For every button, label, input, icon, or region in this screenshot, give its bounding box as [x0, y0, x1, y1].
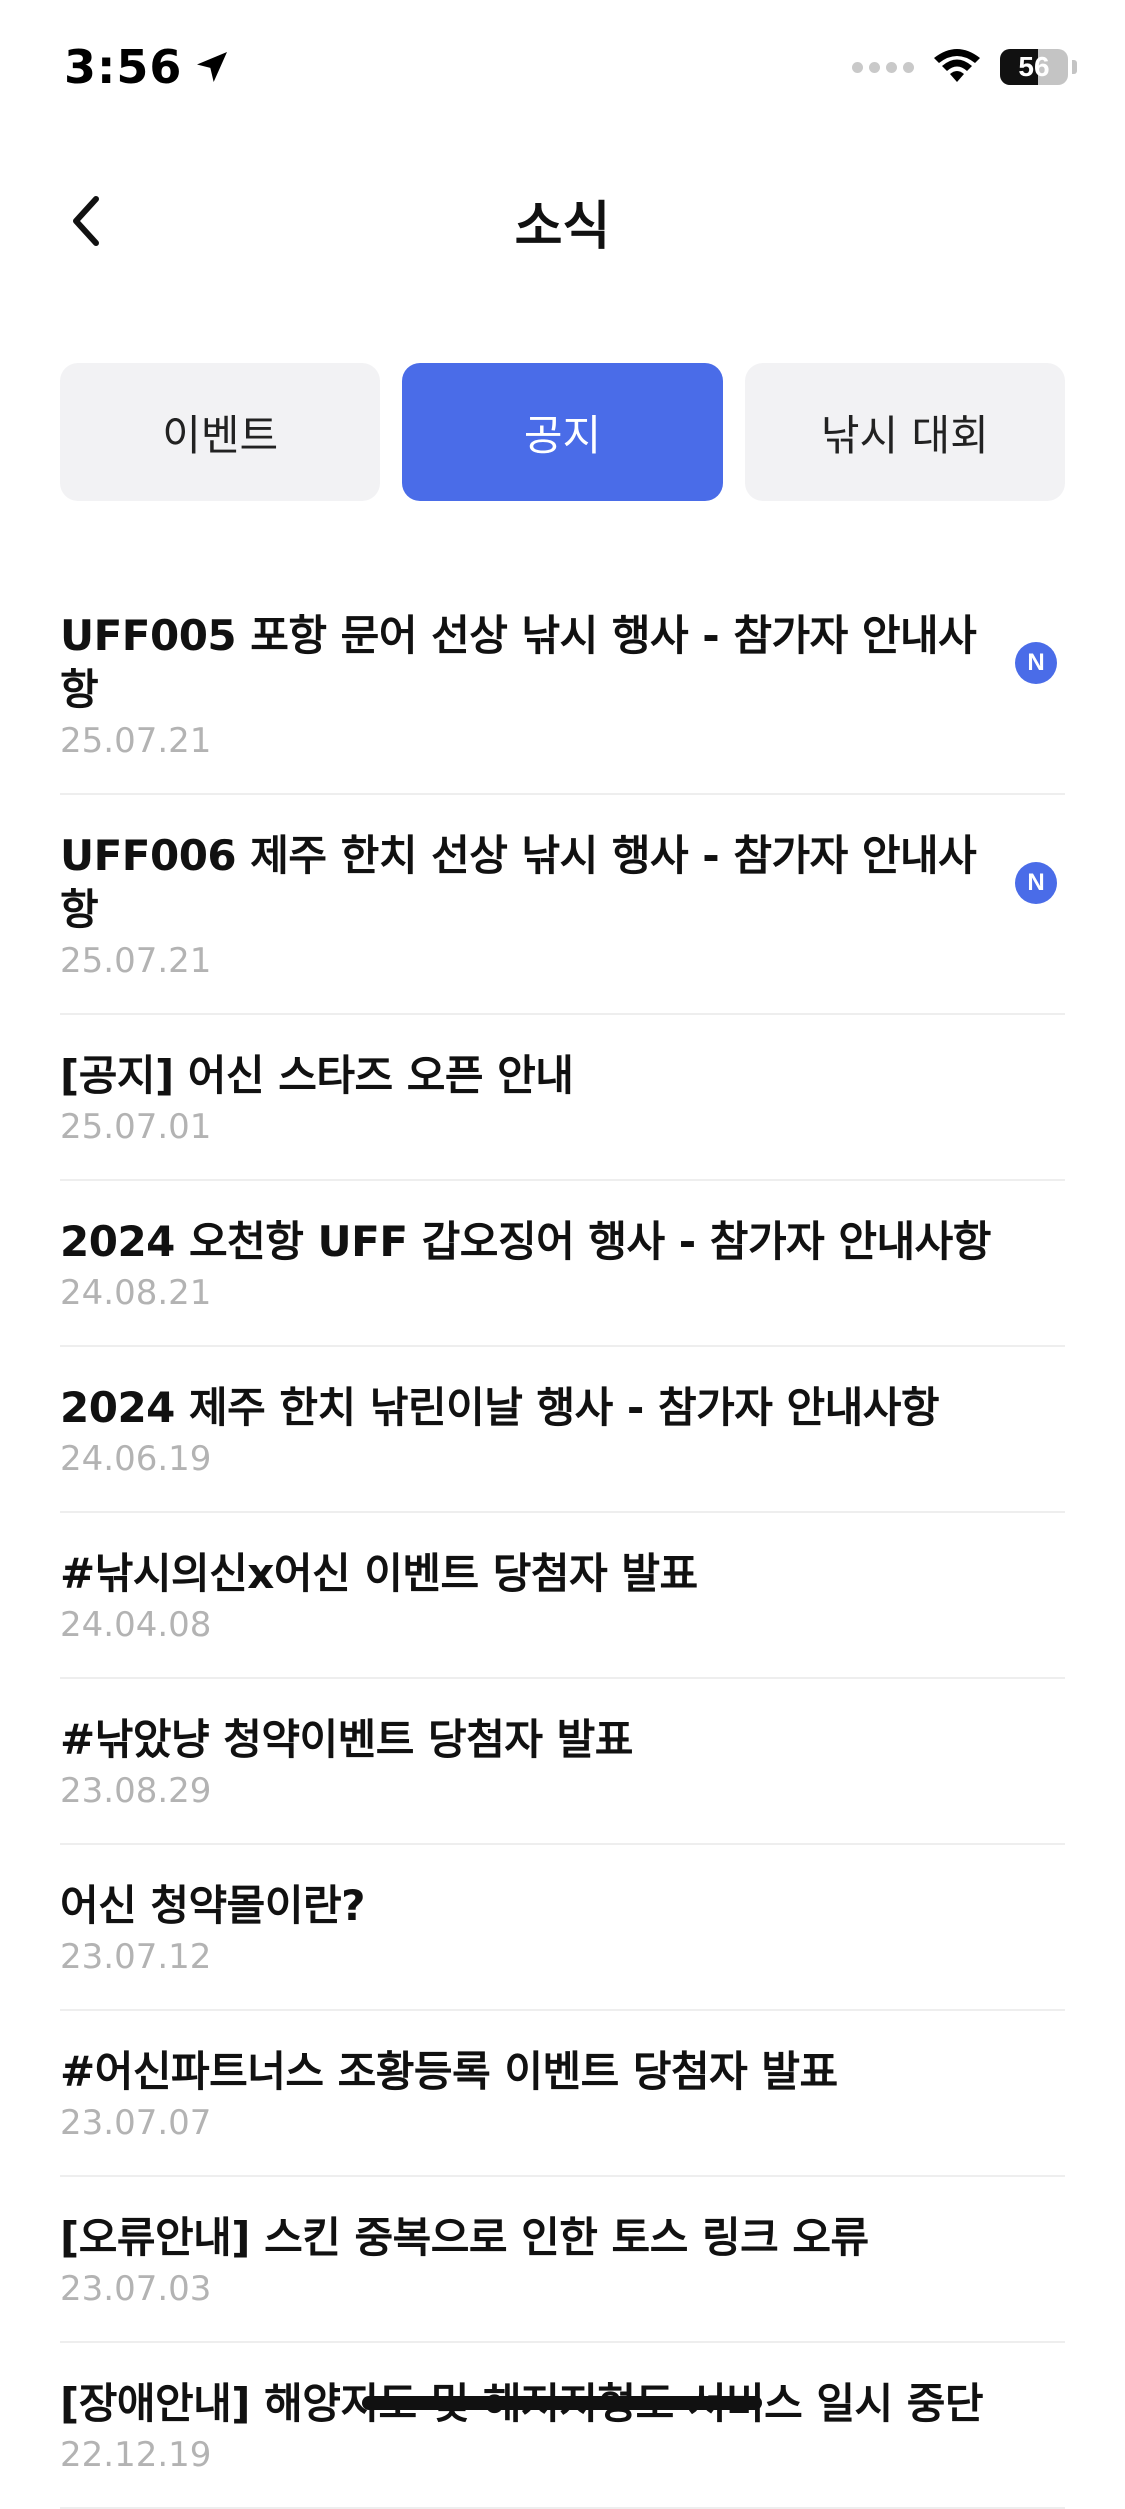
notice-title: 2024 오천항 UFF 갑오징어 행사 - 참가자 안내사항: [60, 1217, 991, 1266]
notice-date: 25.07.01: [60, 1107, 212, 1147]
notice-list-item[interactable]: [장애안내] 해양지도 및 해저지형도 서비스 일시 중단22.12.19: [60, 2343, 1065, 2509]
new-badge: N: [1015, 862, 1057, 904]
notice-list-item[interactable]: [오류안내] 스킨 중복으로 인한 토스 링크 오류 23.07.03: [60, 2177, 1065, 2343]
notice-title: 어신 청약몰이란?: [60, 1881, 365, 1930]
location-arrow-icon: [197, 52, 228, 82]
notice-title: [공지] 어신 스타즈 오픈 안내: [60, 1051, 574, 1100]
notice-title: UFF006 제주 한치 선상 낚시 행사 - 참가자 안내사항: [60, 831, 977, 934]
notice-title: [오류안내] 스킨 중복으로 인한 토스 링크 오류: [60, 2213, 869, 2262]
notice-date: 25.07.21: [60, 941, 212, 981]
notice-title: UFF005 포항 문어 선상 낚시 행사 - 참가자 안내사항: [60, 611, 977, 714]
notice-date: 24.06.19: [60, 1439, 212, 1479]
tab-label: 이벤트: [162, 410, 279, 460]
wifi-icon: [934, 49, 980, 82]
status-bar: 3:56 56: [0, 0, 1125, 140]
battery-icon: 56: [1000, 49, 1068, 85]
notice-date: 24.04.08: [60, 1605, 212, 1645]
notice-list: UFF005 포항 문어 선상 낚시 행사 - 참가자 안내사항 25.07.21…: [60, 575, 1065, 2509]
notice-list-item[interactable]: #어신파트너스 조황등록 이벤트 당첨자 발표 23.07.07: [60, 2011, 1065, 2177]
notice-date: 23.07.03: [60, 2269, 212, 2309]
notice-title: 2024 제주 한치 낚린이날 행사 - 참가자 안내사항: [60, 1383, 940, 1432]
home-indicator[interactable]: [362, 2396, 762, 2410]
new-badge: N: [1015, 642, 1057, 684]
notice-list-item[interactable]: [공지] 어신 스타즈 오픈 안내 25.07.01: [60, 1015, 1065, 1181]
notice-date: 23.08.29: [60, 1771, 212, 1811]
tab-label: 공지: [523, 410, 602, 460]
tab-fishing-contest[interactable]: 낚시 대회: [744, 363, 1065, 501]
notice-list-item[interactable]: UFF005 포항 문어 선상 낚시 행사 - 참가자 안내사항 25.07.21…: [60, 575, 1065, 795]
notice-list-item[interactable]: 어신 청약몰이란? 23.07.12: [60, 1845, 1065, 2011]
category-tabs: 이벤트 공지 낚시 대회: [60, 363, 1065, 501]
notice-list-item[interactable]: #낚시의신x어신 이벤트 당첨자 발표 24.04.08: [60, 1513, 1065, 1679]
page-title: 소식: [514, 197, 611, 257]
notice-date: 24.08.21: [60, 1273, 212, 1313]
tab-events[interactable]: 이벤트: [60, 363, 381, 501]
tab-notices[interactable]: 공지: [402, 363, 723, 501]
notice-title: #낚시의신x어신 이벤트 당첨자 발표: [60, 1549, 698, 1598]
notice-title: #어신파트너스 조황등록 이벤트 당첨자 발표: [60, 2047, 838, 2096]
notice-date: 23.07.07: [60, 2103, 212, 2143]
notice-list-item[interactable]: #낚았냥 청약이벤트 당첨자 발표 23.08.29: [60, 1679, 1065, 1845]
tab-label: 낚시 대회: [820, 410, 989, 460]
notice-title: #낚았냥 청약이벤트 당첨자 발표: [60, 1715, 633, 1764]
notice-list-item[interactable]: 2024 오천항 UFF 갑오징어 행사 - 참가자 안내사항 24.08.21: [60, 1181, 1065, 1347]
status-time-text: 3:56: [64, 40, 183, 94]
battery-cap: [1072, 60, 1077, 74]
notice-list-item[interactable]: UFF006 제주 한치 선상 낚시 행사 - 참가자 안내사항 25.07.21…: [60, 795, 1065, 1015]
notice-list-item[interactable]: 2024 제주 한치 낚린이날 행사 - 참가자 안내사항 24.06.19: [60, 1347, 1065, 1513]
cellular-signal-icon: [852, 61, 914, 73]
status-time: 3:56: [64, 40, 232, 94]
status-indicators: 56: [852, 48, 1077, 86]
notice-date: 25.07.21: [60, 721, 212, 761]
header: 소식: [0, 160, 1125, 280]
battery-level-text: 56: [1018, 51, 1050, 82]
notice-date: 23.07.12: [60, 1937, 212, 1977]
notice-date: 22.12.19: [60, 2435, 212, 2475]
